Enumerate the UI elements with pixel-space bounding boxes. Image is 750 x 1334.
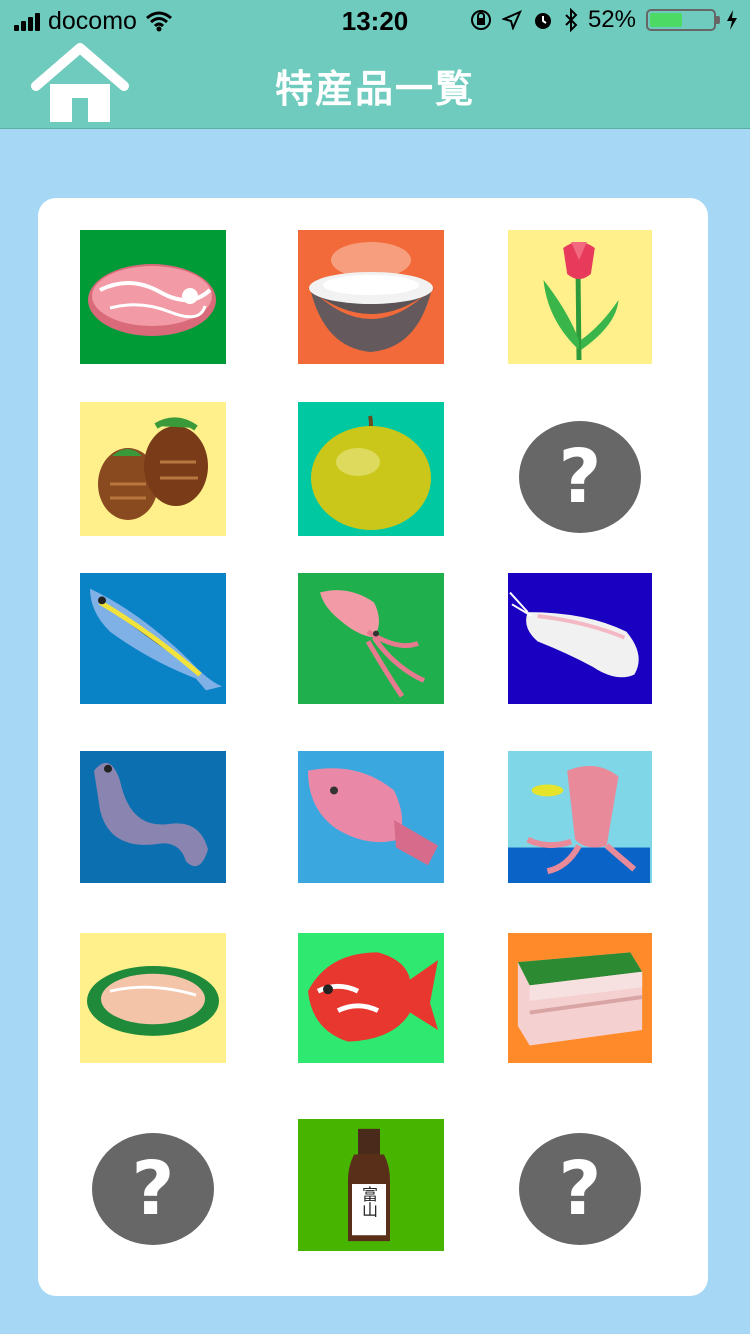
specialty-tile-eel[interactable]: [80, 751, 226, 883]
squid-illustration: [320, 590, 426, 698]
alarm-icon: [534, 13, 551, 29]
specialty-tile-beef[interactable]: [80, 230, 226, 364]
beef-illustration: [88, 264, 216, 336]
specialty-tile-rice[interactable]: [298, 230, 444, 364]
charging-icon: [727, 10, 737, 30]
specialty-tile-trout-sushi[interactable]: [80, 933, 226, 1063]
specialty-tile-squid[interactable]: [298, 573, 444, 704]
specialty-tile-yellowtail[interactable]: [80, 573, 226, 704]
sake-illustration: 富山: [348, 1128, 390, 1242]
location-icon: [501, 10, 522, 30]
specialty-tile-shrimp[interactable]: [508, 573, 652, 704]
taro-illustration: [98, 417, 208, 520]
unknown-item-button[interactable]: ?: [519, 421, 641, 533]
rice-illustration: [308, 242, 434, 352]
battery-percent: 52%: [587, 6, 636, 33]
shrimp-illustration: [509, 591, 639, 678]
specialty-tile-sake[interactable]: 富山: [298, 1119, 444, 1251]
specialty-tile-flatfish[interactable]: [298, 751, 444, 883]
firefly-squid-illustration: [508, 765, 651, 883]
orientation-lock-icon: [470, 10, 491, 30]
battery-icon: [646, 9, 720, 31]
bluetooth-icon: [565, 8, 578, 32]
question-mark-icon: ?: [558, 1146, 602, 1232]
sea-bream-illustration: [308, 952, 438, 1042]
question-mark-icon: ?: [131, 1146, 175, 1232]
question-mark-icon: ?: [558, 434, 602, 520]
specialty-tile-sea-bream[interactable]: [298, 933, 444, 1063]
flatfish-illustration: [308, 768, 438, 866]
specialty-tile-firefly-squid[interactable]: [508, 751, 652, 883]
trout-sushi-illustration: [87, 965, 219, 1036]
yellowtail-illustration: [90, 588, 222, 691]
pressed-sushi-illustration: [517, 952, 643, 1046]
specialty-grid-card: ? ? 富山 ?: [38, 198, 708, 1296]
unknown-item-button[interactable]: ?: [519, 1133, 641, 1245]
status-right: 52%: [470, 6, 738, 34]
eel-illustration: [94, 762, 208, 867]
specialty-tile-taro[interactable]: [80, 402, 226, 536]
sake-label-text: 富山: [359, 1186, 378, 1218]
page-title: 特産品一覧: [274, 67, 475, 111]
specialty-tile-pressed-sushi[interactable]: [508, 933, 652, 1063]
tulip-illustration: [543, 242, 619, 361]
specialty-tile-tulip[interactable]: [508, 230, 652, 364]
specialty-tile-pear[interactable]: [298, 402, 444, 536]
navigation-bar: 特産品一覧: [0, 40, 750, 129]
pear-illustration: [311, 415, 431, 530]
unknown-item-button[interactable]: ?: [92, 1133, 214, 1245]
status-bar: docomo 13:20 52%: [0, 0, 750, 40]
